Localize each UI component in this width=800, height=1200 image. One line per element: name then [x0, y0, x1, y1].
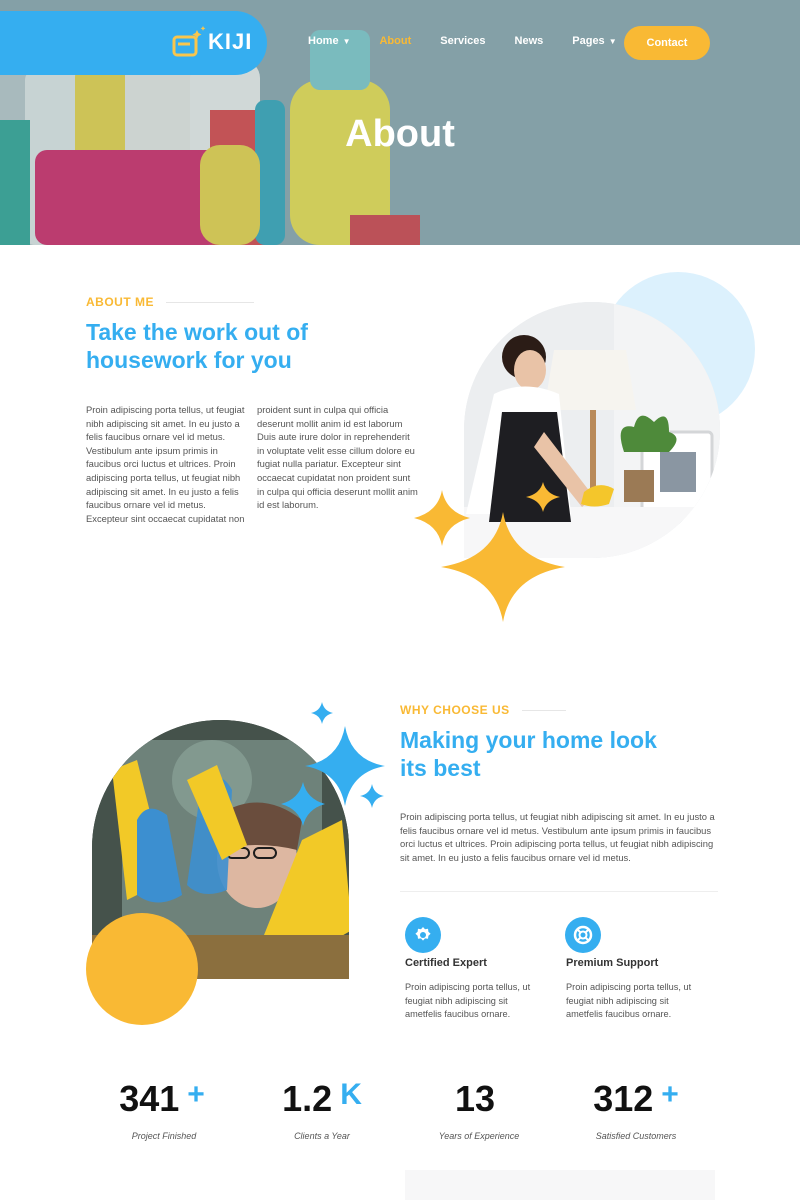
why-heading-line2: its best [400, 755, 481, 781]
lifebuoy-glyph [573, 925, 593, 945]
nav-news-label: News [514, 35, 544, 47]
badge-glyph [415, 927, 431, 941]
eyebrow-divider [166, 301, 254, 303]
about-eyebrow: ABOUT ME [86, 295, 254, 309]
about-text-col2: proident sunt in culpa qui officia deser… [257, 404, 418, 511]
stat-value: 13 [454, 1078, 496, 1119]
stat-customers: 312 + [546, 1078, 726, 1120]
next-section-card [405, 1170, 715, 1200]
chevron-down-icon: ▼ [342, 36, 351, 46]
nav-pages[interactable]: Pages ▼ [572, 35, 616, 47]
stat-suffix: + [661, 1078, 679, 1111]
feature-title: Certified Expert [405, 957, 487, 969]
chevron-down-icon: ▼ [608, 36, 617, 46]
stat-clients: 1.2 K [232, 1078, 412, 1120]
why-eyebrow: WHY CHOOSE US [400, 703, 566, 717]
nav-home-label: Home [308, 35, 339, 47]
eyebrow-divider [521, 709, 566, 711]
feature-title: Premium Support [566, 957, 659, 969]
stat-label: Years of Experience [438, 1131, 520, 1141]
stat-value: 341 [119, 1078, 180, 1119]
nav-news[interactable]: News [515, 35, 544, 47]
stat-value: 1.2 [282, 1078, 333, 1119]
about-heading: Take the work out of housework for you [86, 318, 416, 374]
stat-label: Clients a Year [294, 1131, 350, 1141]
lifebuoy-icon [565, 917, 601, 953]
nav-home[interactable]: Home ▼ [308, 35, 350, 47]
page-title: About [345, 113, 455, 155]
sparkle-icon [281, 702, 385, 826]
hero-banner: KIJI Home ▼ About Services News Pages ▼ … [0, 0, 800, 245]
stat-value: 312 [593, 1078, 654, 1119]
logo-text: KIJI [208, 29, 253, 54]
stat-projects: 341 + [72, 1078, 252, 1120]
decorative-circle [86, 913, 198, 1025]
stat-label: Satisfied Customers [595, 1131, 677, 1141]
nav-services-label: Services [440, 35, 486, 47]
logo-mark-icon [172, 26, 206, 57]
about-eyebrow-text: ABOUT ME [86, 295, 154, 309]
main-nav: Home ▼ About Services News Pages ▼ [308, 35, 646, 47]
why-heading: Making your home look its best [400, 726, 730, 782]
stat-label: Project Finished [131, 1131, 197, 1141]
feature-text: Proin adipiscing porta tellus, ut feugia… [566, 982, 692, 1020]
why-body-text: Proin adipiscing porta tellus, ut feugia… [400, 811, 715, 863]
why-eyebrow-text: WHY CHOOSE US [400, 703, 510, 717]
stat-years: 13 [389, 1078, 569, 1120]
about-text-col1: Proin adipiscing porta tellus, ut feugia… [86, 404, 245, 524]
section-divider [400, 891, 718, 892]
about-heading-line1: Take the work out of [86, 319, 308, 345]
about-heading-line2: housework for you [86, 347, 292, 373]
why-heading-line1: Making your home look [400, 727, 657, 753]
nav-about-label: About [379, 35, 412, 47]
sparkle-icon [414, 482, 565, 622]
stat-suffix: K [340, 1078, 362, 1111]
stat-suffix: + [187, 1078, 205, 1111]
contact-button[interactable]: Contact [624, 26, 710, 60]
nav-about[interactable]: About [379, 35, 411, 47]
nav-services[interactable]: Services [440, 35, 485, 47]
logo[interactable]: KIJI [172, 25, 252, 59]
badge-icon [405, 917, 441, 953]
feature-text: Proin adipiscing porta tellus, ut feugia… [405, 982, 531, 1020]
nav-pages-label: Pages [572, 35, 605, 47]
